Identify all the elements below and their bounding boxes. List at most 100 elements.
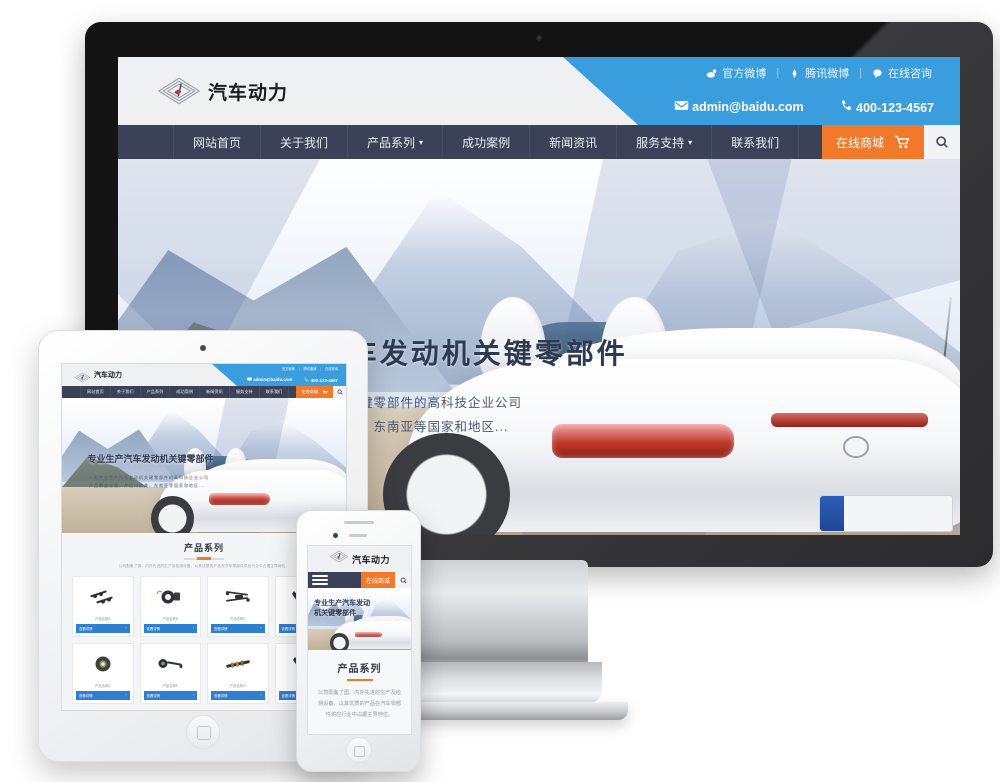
nav-item-cases[interactable]: 成功案例 <box>443 125 531 159</box>
online-shop-label: 在线商城 <box>301 389 318 394</box>
nav-item-products[interactable]: 产品系列 <box>141 386 171 398</box>
search-button[interactable] <box>395 572 411 588</box>
header-bar: 汽车动力 admin@baidu.com 400-123-4567 <box>118 57 960 125</box>
search-icon <box>400 577 406 583</box>
front-camera-icon <box>333 533 338 538</box>
topbar-link-label: 腾讯微博 <box>303 367 317 371</box>
product-caption: 产品名称B <box>162 616 179 621</box>
nav-item-about[interactable]: 关于我们 <box>261 125 349 159</box>
online-shop-button[interactable]: 在线商城 <box>821 125 924 159</box>
logo-band[interactable]: 汽车动力 <box>62 364 237 386</box>
nav-item-home[interactable]: 网站首页 <box>173 125 262 168</box>
main-nav: 网站首页 关于我们 产品系列 ▾ 成功案例 新闻资讯 服务支持 ▾ 联系我们 在线商… <box>118 125 960 168</box>
nav-label: 关于我们 <box>280 135 329 150</box>
nav-item-contact[interactable]: 联系我们 <box>260 386 290 398</box>
mobile-logo-bar[interactable]: 汽车动力 <box>308 546 411 572</box>
nav-label: 产品系列 <box>146 389 164 394</box>
product-detail-button[interactable]: 查看详情 › <box>211 690 265 700</box>
contact-phone[interactable]: 400-123-4567 <box>840 99 934 115</box>
home-button-icon[interactable] <box>186 715 220 749</box>
nav-items: 网站首页 关于我们 产品系列 成功案例 新闻资讯 服务支持 联系我们 <box>80 386 290 398</box>
chat-icon <box>873 68 882 78</box>
section-divider <box>184 557 224 560</box>
product-card[interactable]: 产品名称E 查看详情 › <box>72 642 134 704</box>
cv-joint-icon <box>143 646 197 681</box>
product-card[interactable]: 产品名称B 查看详情 › <box>139 575 201 637</box>
online-shop-label: 在线商城 <box>365 578 390 585</box>
mobile-nav: 在线商城 <box>308 572 411 588</box>
nav-item-contact[interactable]: 联系我们 <box>712 125 800 159</box>
diamond-logo-icon <box>329 550 349 568</box>
contact-phone[interactable]: 400-123-4567 <box>304 377 338 383</box>
clockspring-icon <box>143 579 197 614</box>
mail-icon <box>674 101 688 110</box>
nav-item-about[interactable]: 关于我们 <box>111 386 141 398</box>
chevron-right-icon: › <box>260 626 262 630</box>
cart-icon <box>322 389 328 393</box>
product-card[interactable]: 产品名称F 查看详情 › <box>139 642 201 704</box>
topbar-link-weibo[interactable]: 官方微博 <box>706 65 766 81</box>
product-detail-button[interactable]: 查看详情 › <box>76 623 130 633</box>
home-button-icon[interactable] <box>345 737 372 763</box>
button-label: 查看详情 <box>214 693 228 698</box>
product-section: 产品系列 公司配备了国、内外先进的生产及检测设备，以其优质的产品在汽车零部件供应… <box>308 650 411 734</box>
contact-email-text: admin@baidu.com <box>253 377 293 382</box>
shock-absorber-icon <box>211 579 265 614</box>
topbar-link-consult[interactable]: 在线咨询 <box>872 65 932 81</box>
nav-item-support[interactable]: 服务支持 ▾ <box>617 125 713 159</box>
nav-item-news[interactable]: 新闻资讯 <box>200 386 230 398</box>
button-label: 查看详情 <box>146 693 161 698</box>
topbar-separator: | <box>859 67 862 79</box>
section-divider <box>346 679 373 681</box>
search-button[interactable] <box>924 125 960 159</box>
topbar-separator: | <box>776 67 780 79</box>
nav-item-products[interactable]: 产品系列 ▾ <box>348 125 444 159</box>
online-shop-button[interactable]: 在线商城 <box>360 572 395 588</box>
screenshot-stage: 官方微博 | 腾讯微博 | 在线咨询 汽车动力 admin@baidu.com … <box>0 0 1000 782</box>
nav-label: 联系我们 <box>265 389 283 394</box>
product-card[interactable]: 产品名称A 查看详情 › <box>72 575 134 637</box>
logo-band[interactable]: 汽车动力 <box>118 57 638 125</box>
search-button[interactable] <box>333 386 346 398</box>
proximity-sensor <box>349 534 367 537</box>
nav-items: 网站首页 关于我们 产品系列 ▾ 成功案例 新闻资讯 服务支持 ▾ 联系我们 <box>173 125 800 168</box>
nav-item-cases[interactable]: 成功案例 <box>170 386 201 398</box>
topbar-link-tencent-weibo[interactable]: 腾讯微博 <box>789 65 849 81</box>
search-icon <box>337 389 343 395</box>
topbar-link-tencent-weibo[interactable]: 腾讯微博 <box>304 366 317 371</box>
topbar-link-label: 腾讯微博 <box>805 68 850 80</box>
topbar-link-weibo[interactable]: 官方微博 <box>282 366 295 371</box>
tencent-weibo-icon <box>792 68 797 78</box>
topbar-link-label: 在线咨询 <box>888 68 932 80</box>
phone-icon <box>305 377 309 381</box>
nav-label: 产品系列 <box>367 135 416 150</box>
brand-name: 汽车动力 <box>351 554 390 565</box>
nav-label: 新闻资讯 <box>549 135 598 150</box>
nav-label: 服务支持 <box>636 135 685 150</box>
hamburger-icon[interactable] <box>312 575 328 585</box>
topbar-link-consult[interactable]: 在线咨询 <box>325 366 338 371</box>
online-shop-button[interactable]: 在线商城 <box>296 386 333 398</box>
weibo-icon <box>706 68 717 78</box>
cart-icon <box>895 135 910 149</box>
button-label: 查看详情 <box>214 626 228 631</box>
phone-screen: 汽车动力 在线商城 专业生产汽车发动机关键零部件 产品系列 公司配备了国、内外先… <box>307 545 412 735</box>
nav-label: 网站首页 <box>193 135 242 150</box>
button-label: 查看详情 <box>146 626 161 631</box>
contact-email[interactable]: admin@baidu.com <box>674 100 804 114</box>
product-detail-button[interactable]: 查看详情 › <box>76 690 130 700</box>
nav-item-support[interactable]: 服务支持 <box>230 386 260 398</box>
button-label: 查看详情 <box>79 693 93 698</box>
contact-email[interactable]: admin@baidu.com <box>247 377 292 382</box>
nav-item-news[interactable]: 新闻资讯 <box>530 125 618 159</box>
injector-icon <box>211 646 265 681</box>
product-detail-button[interactable]: 查看详情 › <box>143 623 197 633</box>
brand-name: 汽车动力 <box>94 372 122 379</box>
product-detail-button[interactable]: 查看详情 › <box>211 623 265 633</box>
product-card[interactable]: 产品名称G 查看详情 › <box>207 642 269 704</box>
product-card[interactable]: 产品名称C 查看详情 › <box>207 575 269 637</box>
product-detail-button[interactable]: 查看详情 › <box>143 690 197 700</box>
topbar-link-label: 官方微博 <box>282 367 295 371</box>
nav-item-home[interactable]: 网站首页 <box>80 386 111 398</box>
hero-subtitle: 一家专业生产汽车发动机关键零部件的高科技企业公司 产品覆盖全国，并出口欧美、东南… <box>89 474 209 491</box>
